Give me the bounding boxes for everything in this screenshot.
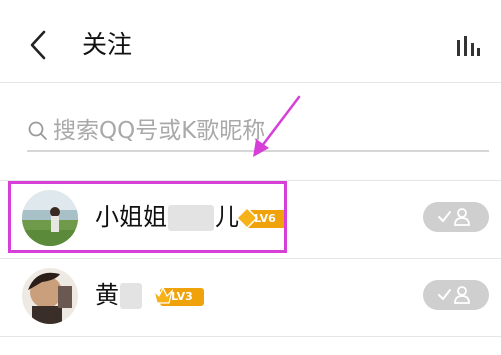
top-bar: 关注 — [0, 0, 501, 82]
avatar[interactable] — [22, 268, 78, 324]
header-divider — [0, 82, 501, 83]
bar-chart-icon[interactable] — [455, 34, 481, 58]
blurred-text — [120, 283, 142, 309]
check-user-icon — [438, 208, 470, 226]
user-name[interactable]: 黄 — [95, 278, 143, 312]
level-badge: LV3 — [152, 286, 204, 306]
search-icon — [28, 121, 47, 140]
highlight-box — [8, 181, 287, 253]
followed-button[interactable] — [423, 202, 489, 232]
chevron-left-icon[interactable] — [24, 28, 54, 62]
check-user-icon — [438, 286, 470, 304]
page-title: 关注 — [82, 30, 133, 59]
search-input[interactable] — [53, 114, 473, 148]
search-bar — [27, 112, 489, 152]
followed-button[interactable] — [423, 280, 489, 310]
row-divider — [0, 258, 501, 259]
list-item[interactable]: 黄 LV3 — [0, 262, 501, 334]
row-divider — [0, 336, 501, 337]
